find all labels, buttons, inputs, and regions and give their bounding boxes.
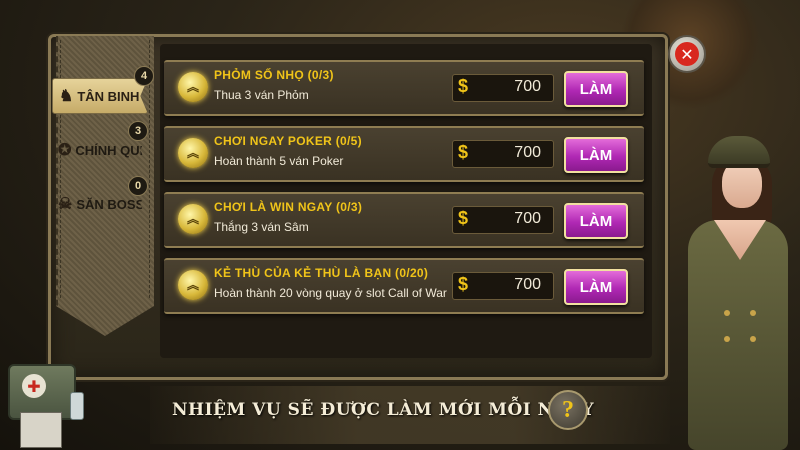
- reward-amount: 700: [514, 78, 541, 95]
- supply-box: [20, 412, 62, 448]
- quest-title: CHƠI LÀ WIN NGAY (0/3): [214, 200, 363, 214]
- close-button[interactable]: ✕: [668, 35, 706, 73]
- quest-description: Hoàn thành 20 vòng quay ở slot Call of W…: [214, 286, 447, 300]
- star-rank-icon: ✪: [58, 142, 72, 159]
- reward-box: $ 700: [452, 140, 554, 168]
- quest-row: ︽ CHƠI NGAY POKER (0/5) Hoàn thành 5 ván…: [164, 126, 644, 182]
- reward-amount: 700: [514, 210, 541, 227]
- military-cap-icon: [708, 136, 770, 168]
- tab-label: SĂN BOSS: [76, 196, 145, 212]
- tab-count-badge: 0: [128, 176, 148, 196]
- quest-row: ︽ KẺ THÙ CỦA KẺ THÙ LÀ BẠN (0/20) Hoàn t…: [164, 258, 644, 314]
- quest-description: Thua 3 ván Phỏm: [214, 88, 309, 102]
- dollar-icon: $: [458, 208, 469, 228]
- quest-description: Hoàn thành 5 ván Poker: [214, 154, 344, 168]
- do-quest-button[interactable]: LÀM: [564, 203, 628, 239]
- reward-box: $ 700: [452, 206, 554, 234]
- tab-count-badge: 3: [128, 121, 148, 141]
- medal-icon: ︽: [178, 72, 208, 102]
- medical-cross-icon: ✚: [22, 374, 46, 398]
- dollar-icon: $: [458, 142, 469, 162]
- uniform-button: [750, 310, 756, 316]
- uniform-button: [724, 310, 730, 316]
- quest-row: ︽ CHƠI LÀ WIN NGAY (0/3) Thắng 3 ván Sâm…: [164, 192, 644, 248]
- question-mark-icon: ?: [562, 396, 574, 423]
- close-icon: ✕: [675, 42, 699, 66]
- soldier-girl-illustration: [670, 110, 800, 450]
- reward-box: $ 700: [452, 74, 554, 102]
- quest-title: KẺ THÙ CỦA KẺ THÙ LÀ BẠN (0/20): [214, 266, 429, 280]
- do-quest-button[interactable]: LÀM: [564, 269, 628, 305]
- bottle-icon: [70, 392, 84, 420]
- medal-icon: ︽: [178, 204, 208, 234]
- reward-box: $ 700: [452, 272, 554, 300]
- do-quest-button[interactable]: LÀM: [564, 71, 628, 107]
- soldier-icon: ♞: [59, 88, 74, 105]
- medal-icon: ︽: [178, 138, 208, 168]
- help-button[interactable]: ?: [548, 390, 588, 430]
- skull-icon: ☠: [58, 196, 73, 213]
- tab-label: TÂN BINH: [77, 88, 140, 104]
- quest-row: ︽ PHỎM SỐ NHỌ (0/3) Thua 3 ván Phỏm $ 70…: [164, 60, 644, 116]
- uniform-button: [750, 336, 756, 342]
- do-quest-button[interactable]: LÀM: [564, 137, 628, 173]
- uniform-button: [724, 336, 730, 342]
- reward-amount: 700: [514, 144, 541, 161]
- quest-title: PHỎM SỐ NHỌ (0/3): [214, 68, 334, 82]
- quest-title: CHƠI NGAY POKER (0/5): [214, 134, 362, 148]
- daily-reset-note: NHIỆM VỤ SẼ ĐƯỢC LÀM MỚI MỖI NGÀY: [172, 400, 595, 420]
- medal-icon: ︽: [178, 270, 208, 300]
- reward-amount: 700: [514, 276, 541, 293]
- tab-label: CHÍNH QUI: [75, 142, 144, 158]
- dollar-icon: $: [458, 274, 469, 294]
- quest-description: Thắng 3 ván Sâm: [214, 220, 309, 234]
- dollar-icon: $: [458, 76, 469, 96]
- medical-kit-illustration: ✚: [0, 348, 110, 450]
- tab-tan-binh[interactable]: ♞ TÂN BINH: [52, 78, 148, 114]
- tab-count-badge: 4: [134, 66, 154, 86]
